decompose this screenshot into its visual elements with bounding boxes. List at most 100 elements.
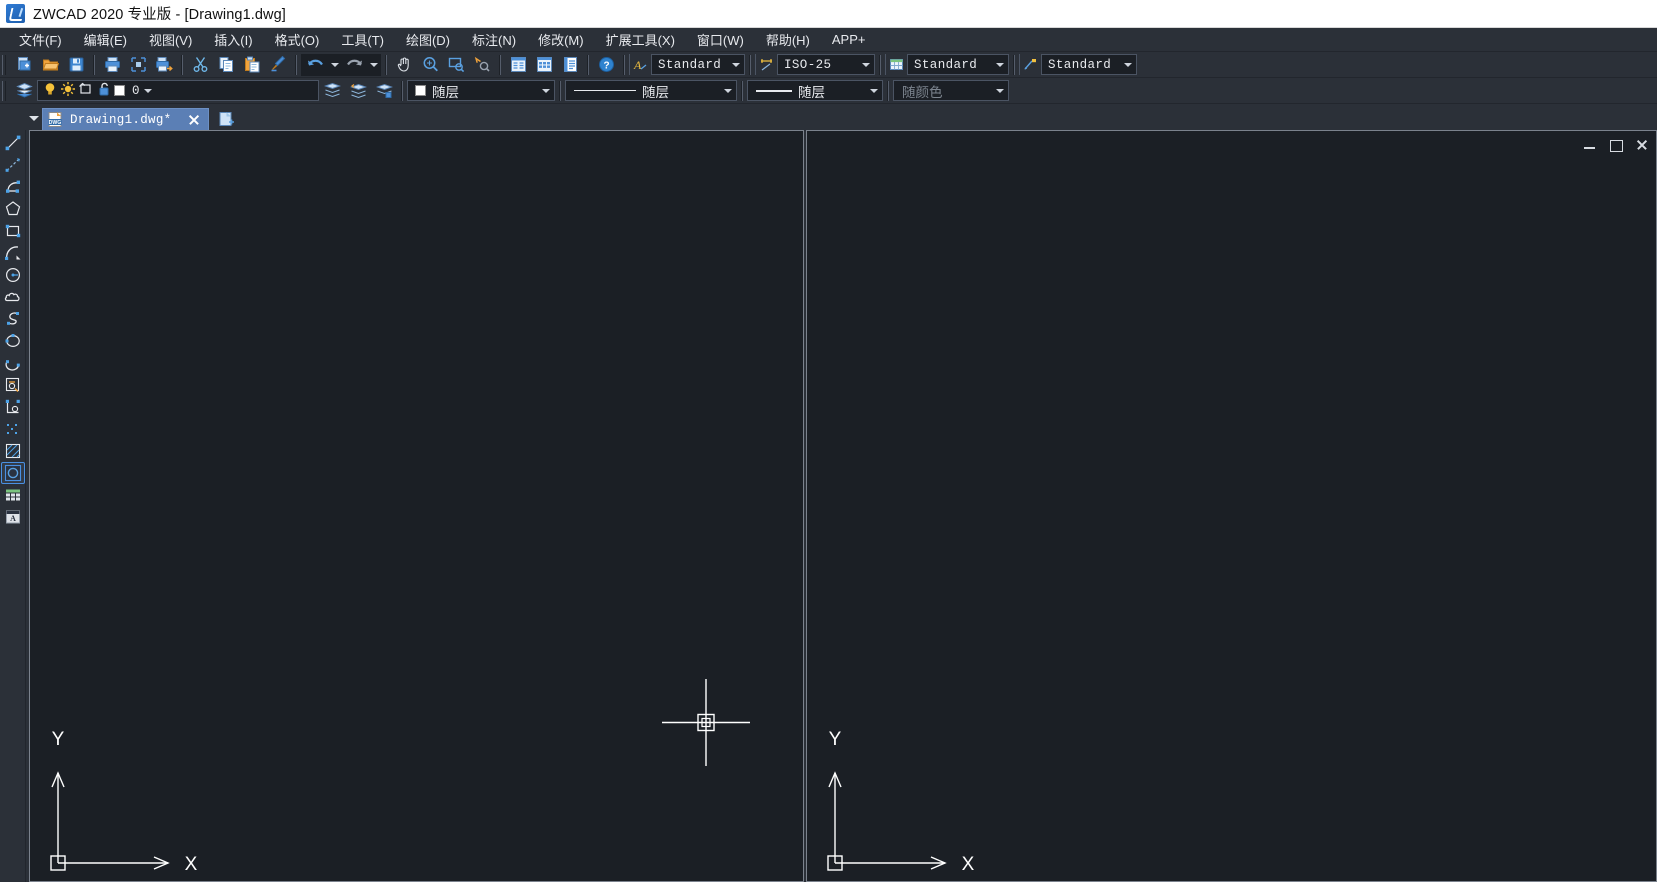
draw-text-button[interactable]: A — [1, 506, 25, 528]
text-style-dropdown-arrow[interactable] — [727, 55, 744, 74]
draw-gradient-button[interactable] — [1, 462, 25, 484]
sun-freeze-icon[interactable] — [60, 81, 76, 100]
object-color-combo[interactable]: 随层 — [407, 80, 555, 101]
redo-dropdown-arrow[interactable] — [367, 54, 380, 76]
pan-button[interactable] — [392, 54, 416, 76]
menu-app-plus[interactable]: APP+ — [821, 30, 877, 49]
cut-button[interactable] — [188, 54, 212, 76]
multileader-style-dropdown-arrow[interactable] — [1119, 55, 1136, 74]
menu-help[interactable]: 帮助(H) — [755, 28, 821, 51]
layer-dropdown-arrow[interactable] — [140, 81, 157, 100]
dimension-style-combo[interactable]: ISO-25 — [755, 54, 875, 75]
plot-button[interactable] — [152, 54, 176, 76]
draw-table-button[interactable] — [1, 484, 25, 506]
make-block-button[interactable] — [1, 396, 25, 418]
layer-state-manager-button[interactable] — [372, 80, 396, 102]
layer-control-combo[interactable]: 0 — [37, 80, 319, 101]
toolbar-grip[interactable] — [2, 81, 9, 101]
open-file-button[interactable] — [38, 54, 62, 76]
draw-hatch-button[interactable] — [1, 440, 25, 462]
menu-edit[interactable]: 编辑(E) — [73, 28, 138, 51]
new-file-button[interactable] — [12, 54, 36, 76]
draw-revision-cloud-button[interactable] — [1, 286, 25, 308]
draw-elliptical-arc-button[interactable] — [1, 352, 25, 374]
properties-button[interactable] — [506, 54, 530, 76]
maximize-icon[interactable] — [1608, 137, 1624, 153]
undo-button[interactable] — [303, 54, 327, 76]
chevron-down-icon[interactable] — [26, 106, 42, 130]
draw-rectangle-button[interactable] — [1, 220, 25, 242]
menu-window[interactable]: 窗口(W) — [686, 28, 755, 51]
toolbar-separator — [181, 55, 183, 75]
drawing-viewport-left[interactable]: Y X — [29, 130, 804, 882]
close-icon[interactable] — [186, 112, 202, 128]
toolbar-separator — [749, 55, 751, 75]
object-lineweight-dropdown-arrow[interactable] — [865, 81, 882, 100]
draw-ellipse-button[interactable] — [1, 330, 25, 352]
zoom-window-button[interactable] — [444, 54, 468, 76]
tool-palettes-button[interactable] — [558, 54, 582, 76]
draw-toolbar: A — [0, 130, 26, 882]
ucs-icon-right: Y X — [825, 711, 995, 871]
copy-button[interactable] — [214, 54, 238, 76]
text-style-combo[interactable]: A Standard — [629, 54, 745, 75]
draw-arc-button[interactable] — [1, 242, 25, 264]
make-object-layer-current-button[interactable] — [320, 80, 344, 102]
menu-dimension[interactable]: 标注(N) — [461, 28, 527, 51]
multileader-style-combo[interactable]: Standard — [1019, 54, 1137, 75]
print-preview-button[interactable] — [126, 54, 150, 76]
object-plotstyle-combo[interactable]: 随颜色 — [893, 80, 1009, 101]
close-icon[interactable] — [1634, 137, 1650, 153]
table-style-combo[interactable]: Standard — [885, 54, 1009, 75]
undo-dropdown-arrow[interactable] — [328, 54, 341, 76]
draw-polygon-button[interactable] — [1, 198, 25, 220]
redo-button[interactable] — [342, 54, 366, 76]
insert-block-button[interactable] — [1, 374, 25, 396]
draw-circle-button[interactable] — [1, 264, 25, 286]
svg-text:A: A — [633, 58, 642, 72]
paste-button[interactable] — [240, 54, 264, 76]
toolbar-separator — [295, 55, 297, 75]
menu-file[interactable]: 文件(F) — [8, 28, 73, 51]
draw-point-button[interactable] — [1, 418, 25, 440]
object-color-dropdown-arrow[interactable] — [537, 81, 554, 100]
object-linetype-combo[interactable]: 随层 — [565, 80, 737, 101]
document-tab-drawing1[interactable]: DWG Drawing1.dwg* — [42, 108, 209, 130]
menu-insert[interactable]: 插入(I) — [203, 28, 263, 51]
menu-modify[interactable]: 修改(M) — [527, 28, 595, 51]
draw-polyline-button[interactable] — [1, 176, 25, 198]
zoom-previous-button[interactable] — [470, 54, 494, 76]
freeze-viewport-icon[interactable] — [78, 81, 94, 100]
menu-draw[interactable]: 绘图(D) — [395, 28, 461, 51]
lightbulb-on-icon[interactable] — [42, 81, 58, 100]
unlock-icon[interactable] — [96, 81, 112, 100]
zoom-realtime-button[interactable] — [418, 54, 442, 76]
object-linetype-dropdown-arrow[interactable] — [719, 81, 736, 100]
menu-tools[interactable]: 工具(T) — [330, 28, 395, 51]
svg-text:?: ? — [603, 61, 609, 72]
drawing-viewport-right[interactable]: Y X — [806, 130, 1657, 882]
new-tab-button[interactable] — [215, 108, 239, 130]
toolbar-grip[interactable] — [2, 55, 9, 75]
toolbar-separator — [879, 55, 881, 75]
draw-line-button[interactable] — [1, 132, 25, 154]
layer-properties-button[interactable] — [12, 80, 36, 102]
object-plotstyle-dropdown-arrow[interactable] — [991, 81, 1008, 100]
minimize-icon[interactable] — [1582, 137, 1598, 153]
svg-text:DWG: DWG — [49, 120, 62, 126]
layer-previous-button[interactable] — [346, 80, 370, 102]
save-file-button[interactable] — [64, 54, 88, 76]
design-center-button[interactable] — [532, 54, 556, 76]
menu-express-tools[interactable]: 扩展工具(X) — [595, 28, 686, 51]
object-lineweight-combo[interactable]: 随层 — [747, 80, 883, 101]
draw-spline-button[interactable] — [1, 308, 25, 330]
dimension-style-dropdown-arrow[interactable] — [857, 55, 874, 74]
menu-format[interactable]: 格式(O) — [264, 28, 331, 51]
match-properties-button[interactable] — [266, 54, 290, 76]
table-style-dropdown-arrow[interactable] — [991, 55, 1008, 74]
draw-ray-button[interactable] — [1, 154, 25, 176]
print-button[interactable] — [100, 54, 124, 76]
layer-color-swatch — [114, 85, 125, 96]
help-button[interactable]: ? — [594, 54, 618, 76]
menu-view[interactable]: 视图(V) — [138, 28, 203, 51]
